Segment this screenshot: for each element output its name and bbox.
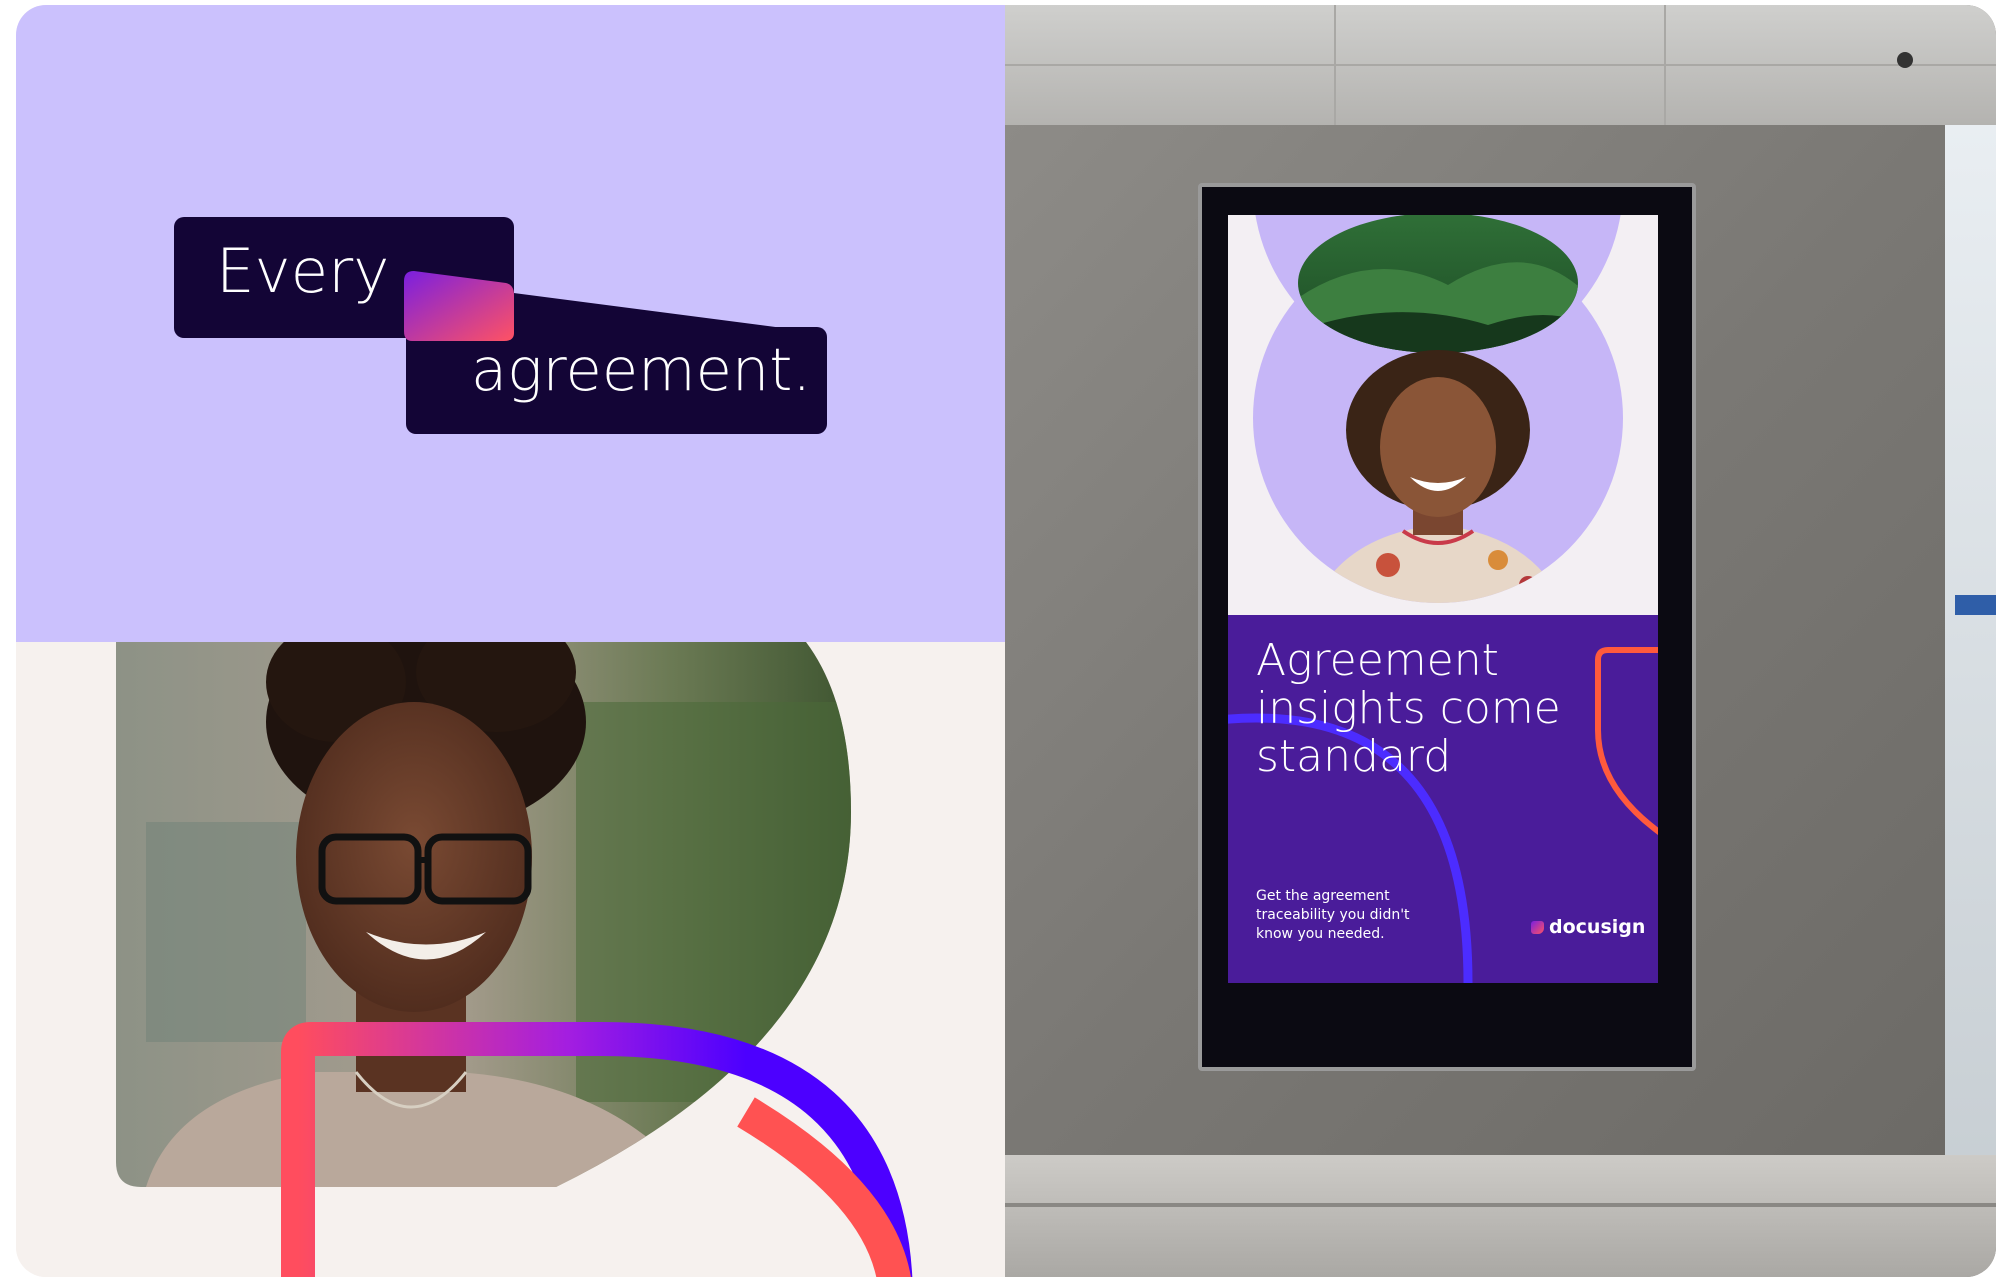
every-agreement-panel: Every agreement. [16,5,1005,642]
poster-subtext: Get the agreement traceability you didn'… [1256,888,1410,942]
smiling-woman-photo [116,642,851,1187]
photo-art [116,642,913,1277]
every-text: Every [216,236,390,307]
billboard-scene: Agreement insights come standard Get the… [1005,5,1996,1277]
agreement-text: agreement. [471,335,812,404]
docusign-wordmark: docusign [1549,916,1646,938]
photo-panel [16,642,1005,1277]
camera-icon [1897,52,1913,68]
docusign-logo-icon [1531,920,1544,934]
poster-headline: Agreement insights come standard [1256,635,1561,782]
brand-collage: Every agreement. Agreement insights come… [16,5,1996,1277]
gradient-chip [404,271,514,341]
docusign-logo: docusign [1531,916,1645,938]
poster-image-area [1228,215,1658,615]
poster-purple-panel: Agreement insights come standard Get the… [1228,615,1658,983]
